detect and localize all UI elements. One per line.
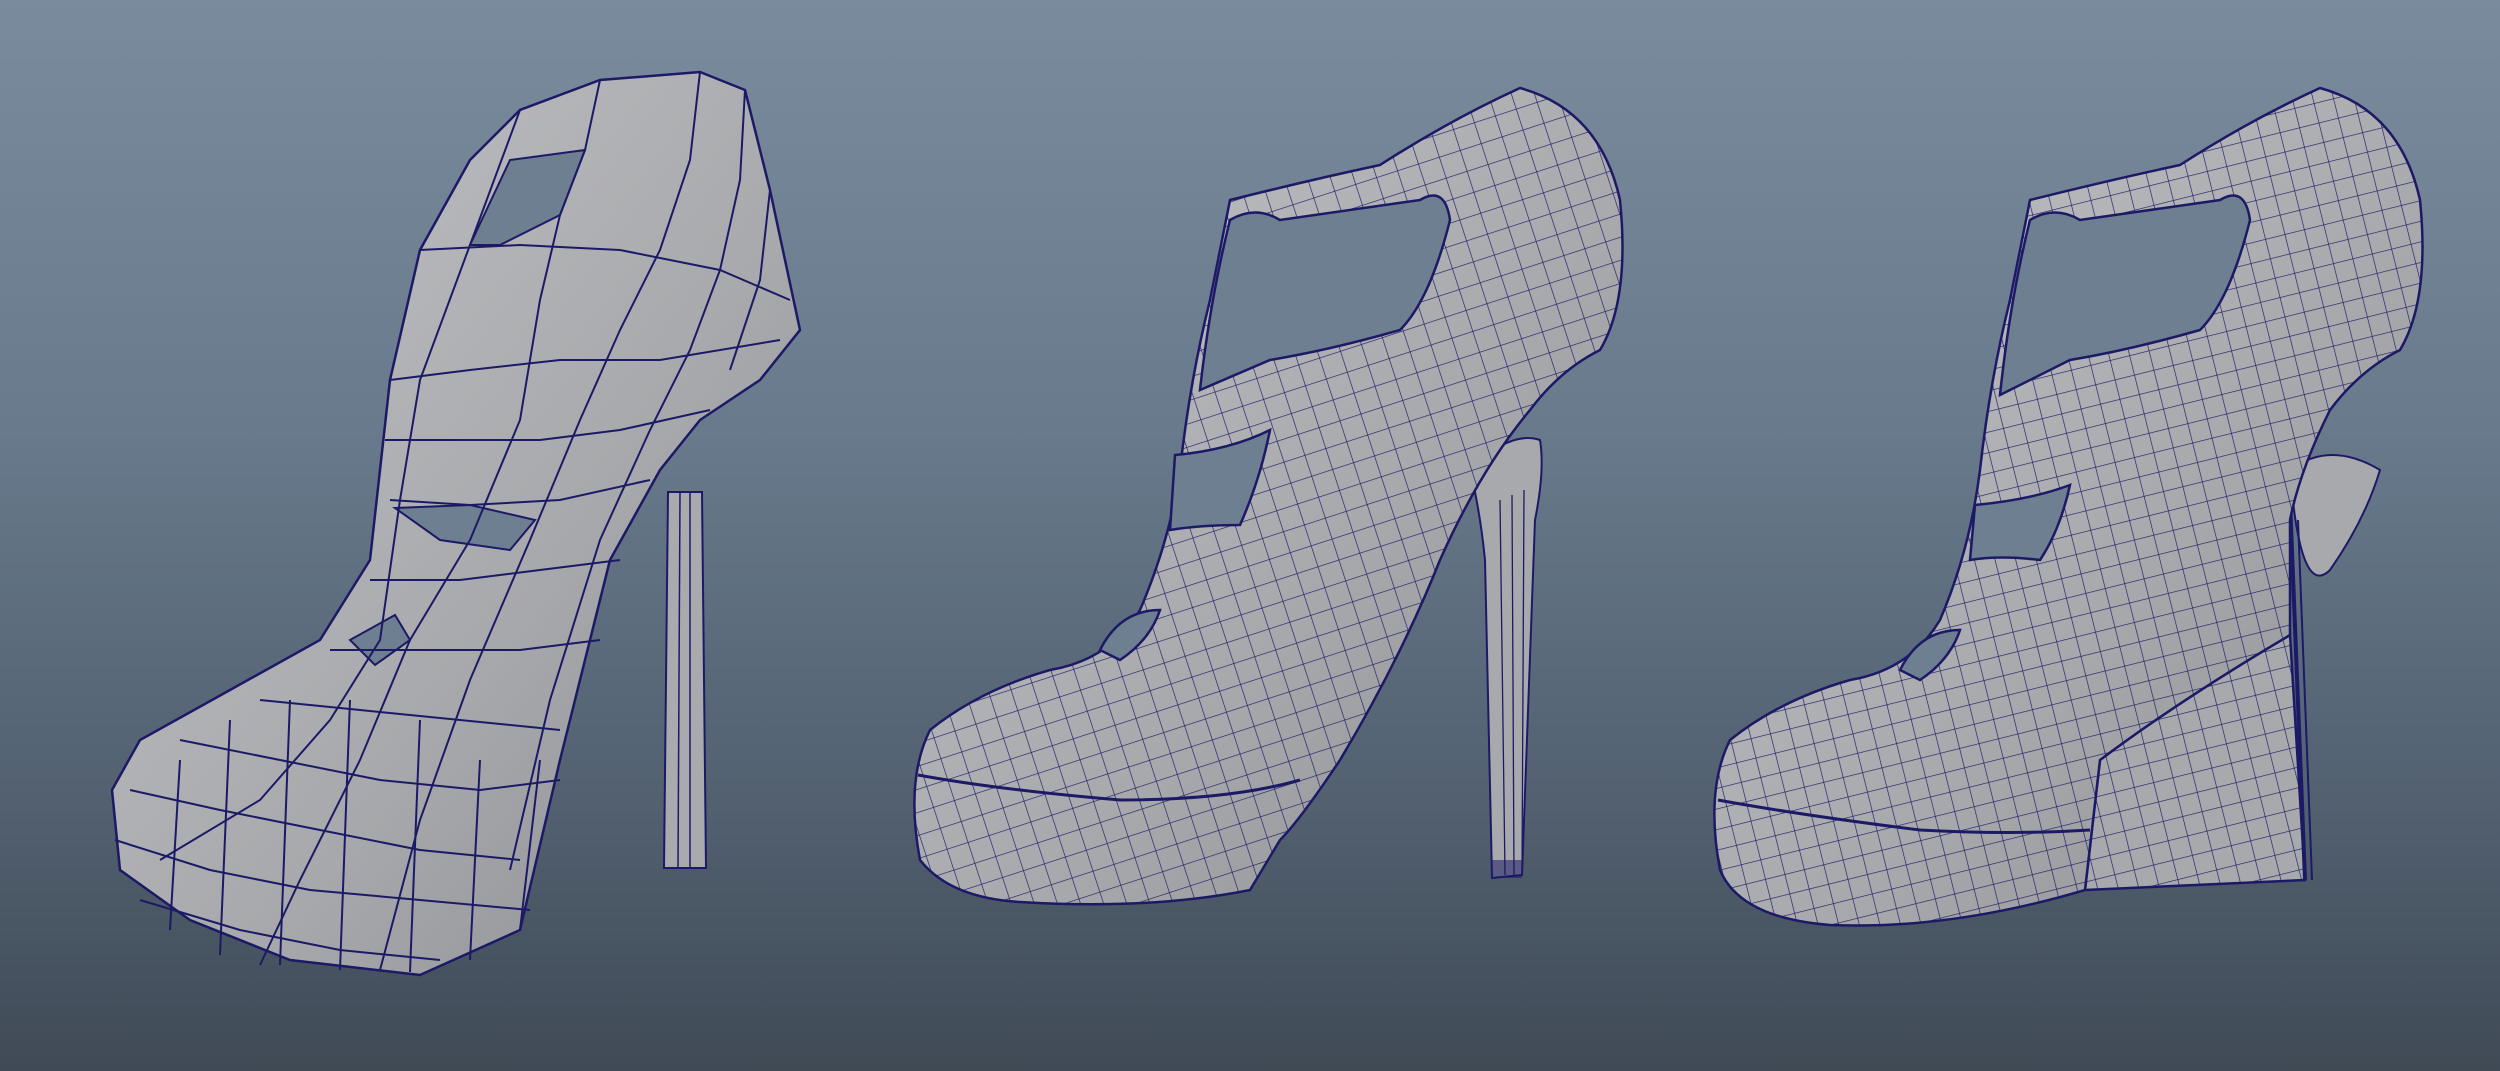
3d-viewport[interactable] xyxy=(0,0,2500,1071)
subdivided-shoe-model[interactable] xyxy=(913,86,1624,906)
viewport-canvas xyxy=(110,70,2424,977)
wedge-shoe-model[interactable] xyxy=(1713,86,2424,927)
low-poly-heel xyxy=(662,491,708,869)
low-poly-shoe-model[interactable] xyxy=(110,70,802,977)
subdivided-heel xyxy=(1468,437,1543,880)
